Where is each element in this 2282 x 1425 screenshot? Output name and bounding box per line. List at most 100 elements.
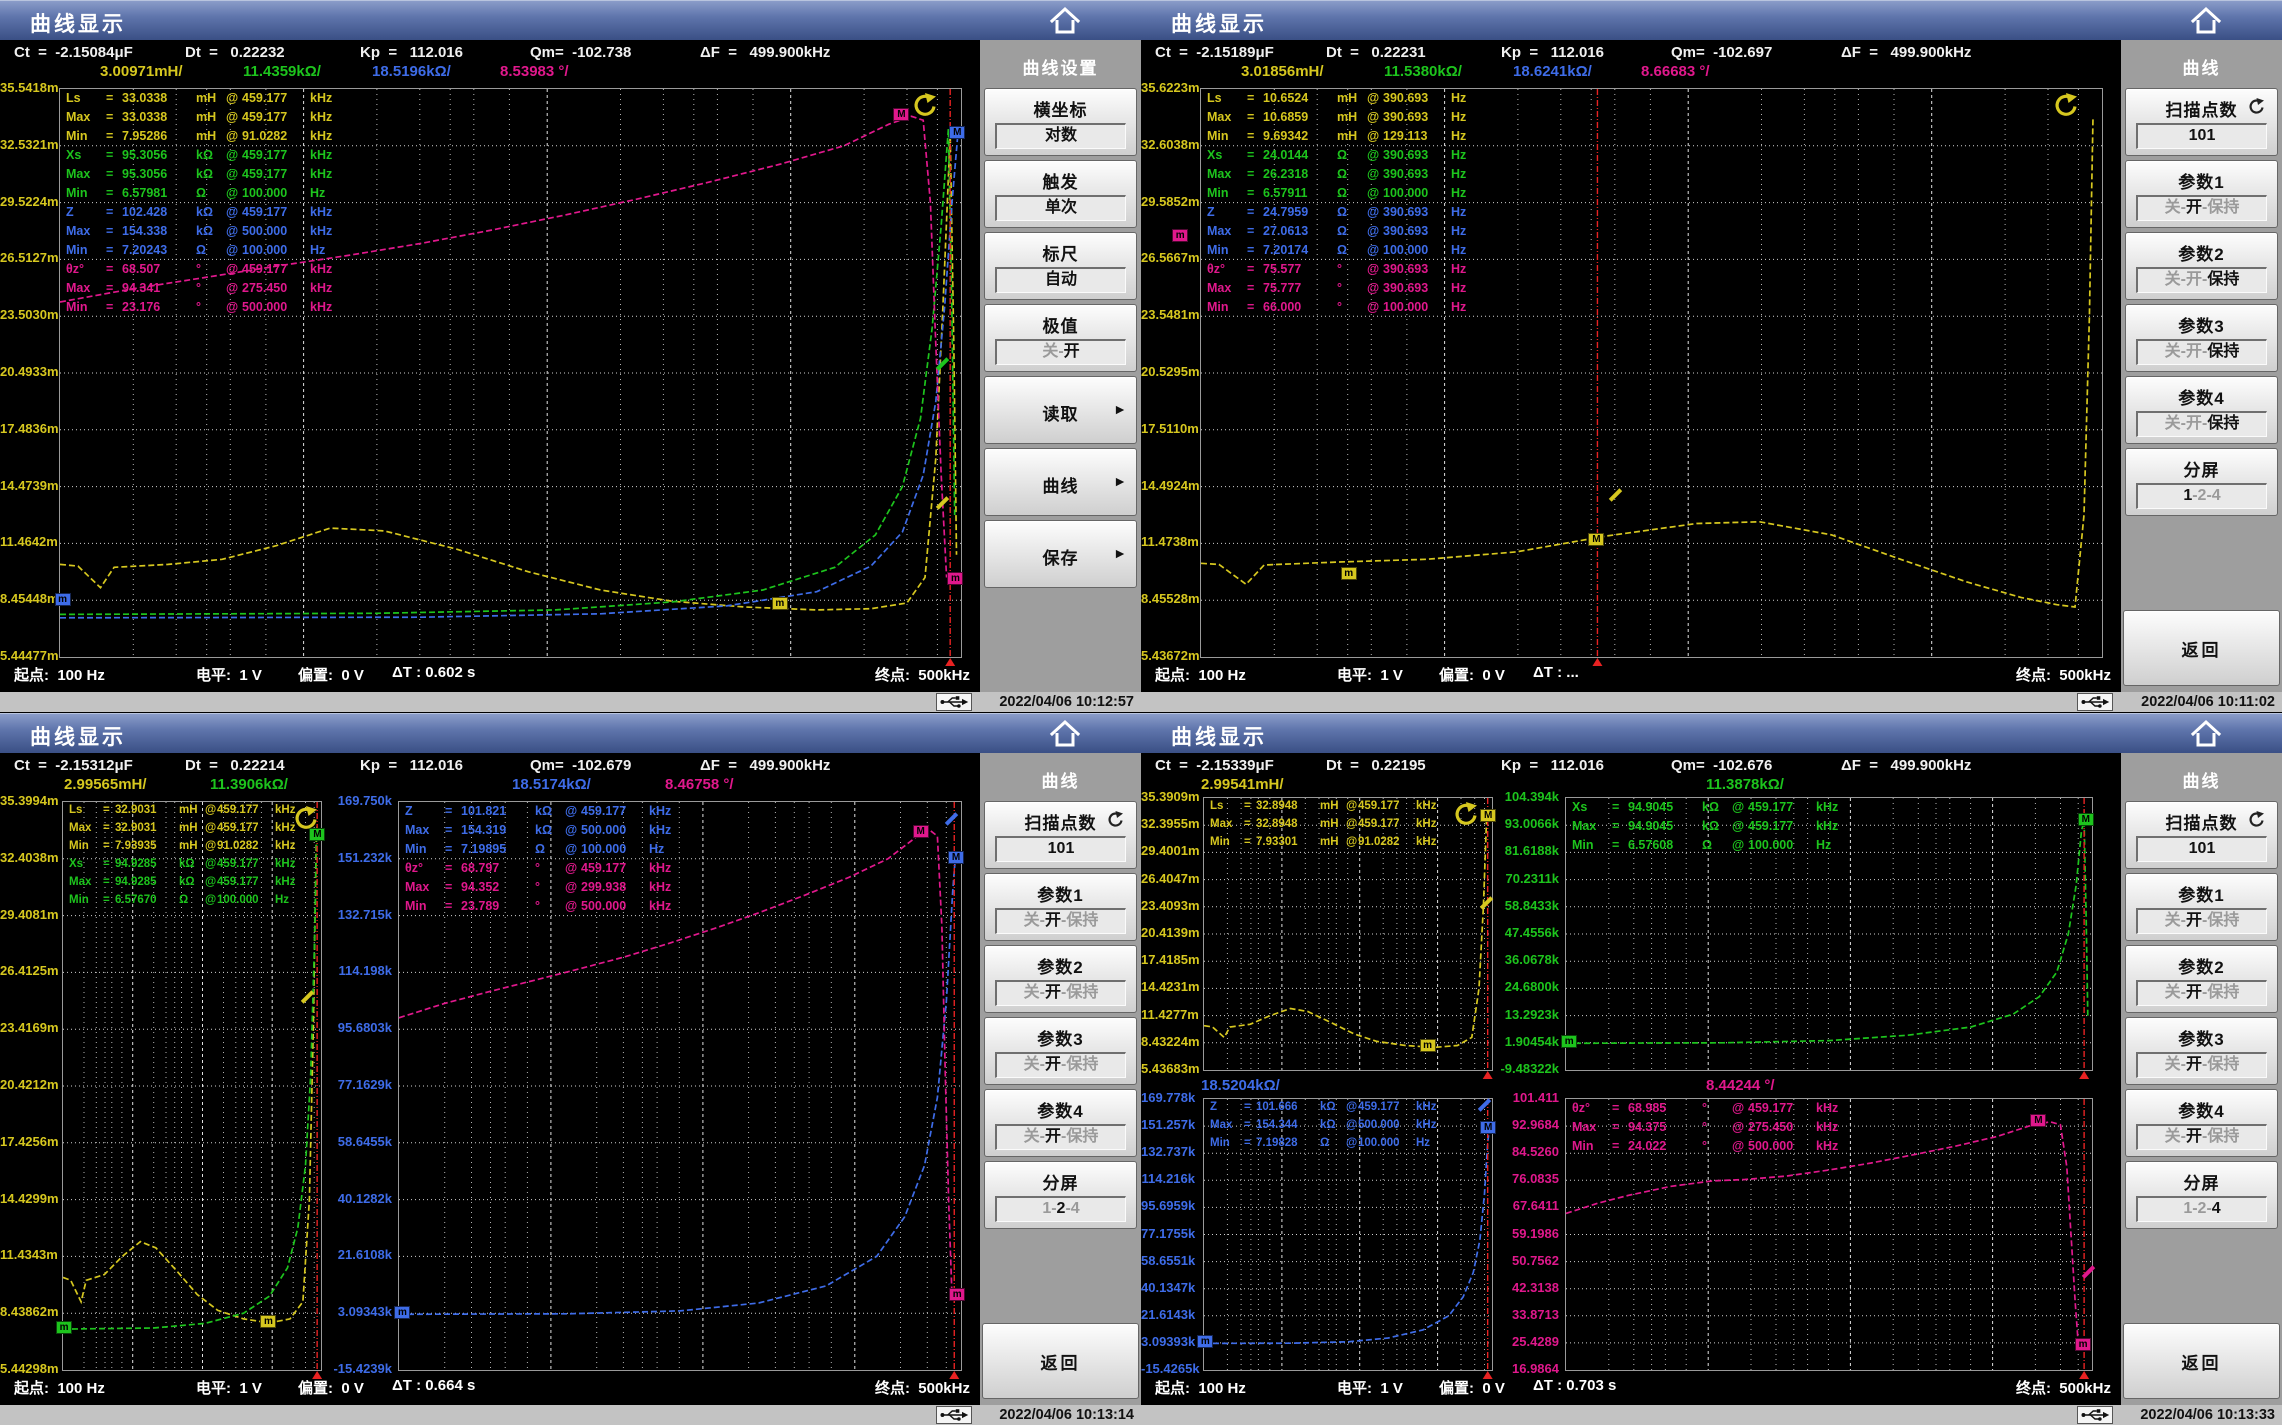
- legend-cell: kHz: [310, 148, 342, 162]
- legend-row: Min=7.93935mH@91.0282kHz: [69, 840, 301, 858]
- legend-cell: Min: [69, 840, 103, 852]
- trace-marker-M[interactable]: M: [1480, 809, 1496, 822]
- home-icon[interactable]: [1048, 5, 1082, 37]
- param1-button[interactable]: 参数1关-开-保持: [984, 873, 1137, 941]
- read-button[interactable]: 读取►: [984, 376, 1137, 444]
- sweep-footer-item: 终点: 500kHz: [875, 1377, 970, 1398]
- home-icon[interactable]: [1048, 718, 1082, 750]
- y-axis-label: 29.5224m: [0, 195, 54, 209]
- legend-cell: °: [535, 899, 565, 913]
- y-axis-label: 84.5260: [1497, 1145, 1559, 1159]
- y-axis-label: 169.778k: [1141, 1091, 1195, 1105]
- home-icon[interactable]: [2189, 718, 2223, 750]
- param2-button[interactable]: 参数2关-开-保持: [984, 945, 1137, 1013]
- trace-marker-m[interactable]: m: [1197, 1335, 1213, 1348]
- legend-cell: =: [1247, 300, 1263, 314]
- back-button[interactable]: 返回: [2123, 610, 2280, 686]
- param2-button[interactable]: 参数2关-开-保持: [2125, 232, 2278, 300]
- scale-per-div-label: 8.66683 °/: [1641, 63, 1710, 80]
- stat-readout: Qm= -102.676: [1671, 757, 1772, 774]
- trace-marker-m[interactable]: m: [56, 1321, 72, 1334]
- y-axis-label: 14.4924m: [1141, 479, 1195, 493]
- legend-cell: Ω: [179, 894, 205, 906]
- legend-cell: kHz: [275, 840, 301, 852]
- y-axis-label: 32.6038m: [1141, 138, 1195, 152]
- legend-cell: kΩ: [1320, 1101, 1346, 1113]
- trace-marker-m[interactable]: m: [2075, 1338, 2091, 1351]
- value-segment: 101: [2189, 127, 2216, 144]
- param4-button[interactable]: 参数4关-开-保持: [984, 1089, 1137, 1157]
- legend-cell: =: [1247, 148, 1263, 162]
- trace-marker-m[interactable]: m: [1172, 229, 1188, 242]
- trace-marker-m[interactable]: m: [1420, 1039, 1436, 1052]
- x-axis-button[interactable]: 横坐标对数: [984, 88, 1137, 156]
- sweep-footer-item: 偏置: 0 V: [298, 1377, 364, 1398]
- extremes-button[interactable]: 极值关-开: [984, 304, 1137, 372]
- legend-cell: Ω: [1337, 186, 1367, 200]
- legend-cell: Xs: [66, 148, 106, 162]
- value-segment: -保持: [2202, 912, 2239, 929]
- sweep-footer-item: ΔT : ...: [1533, 664, 1579, 681]
- legend-cell: 100.000: [217, 894, 275, 906]
- circular-arrow-icon: [2052, 93, 2078, 119]
- param3-button[interactable]: 参数3关-开-保持: [2125, 1017, 2278, 1085]
- trace-marker-M[interactable]: M: [2078, 813, 2094, 826]
- legend-cell: @: [226, 300, 242, 314]
- trace-marker-m[interactable]: m: [260, 1315, 276, 1328]
- legend-cell: Ω: [196, 186, 226, 200]
- sweep-points-button[interactable]: 扫描点数101: [2125, 88, 2278, 156]
- param3-button[interactable]: 参数3关-开-保持: [2125, 304, 2278, 372]
- legend-row: Xs=94.9045kΩ@459.177kHz: [1572, 800, 1848, 819]
- trace-marker-m[interactable]: m: [772, 597, 788, 610]
- legend-cell: 94.9045: [1628, 819, 1702, 833]
- y-axis-label: 5.43672m: [1141, 649, 1195, 663]
- legend-cell: @: [1732, 800, 1748, 814]
- trace-marker-M[interactable]: M: [1588, 533, 1604, 546]
- y-axis-label: 42.3138: [1497, 1281, 1559, 1295]
- value-segment: 关-: [2165, 1128, 2186, 1145]
- save-button[interactable]: 保存►: [984, 520, 1137, 588]
- trace-marker-M[interactable]: M: [1480, 1121, 1496, 1134]
- menu-title: 曲线: [2121, 767, 2282, 792]
- curve-button[interactable]: 曲线►: [984, 448, 1137, 516]
- home-icon[interactable]: [2189, 5, 2223, 37]
- trace-marker-m[interactable]: m: [947, 572, 963, 585]
- param4-button[interactable]: 参数4关-开-保持: [2125, 1089, 2278, 1157]
- trace-marker-M[interactable]: M: [2030, 1114, 2046, 1127]
- legend-cell: @: [1367, 129, 1383, 143]
- trace-marker-m[interactable]: m: [394, 1306, 410, 1319]
- back-button[interactable]: 返回: [982, 1323, 1139, 1399]
- trace-marker-m[interactable]: m: [55, 593, 71, 606]
- y-axis-label: 26.5667m: [1141, 251, 1195, 265]
- param2-button[interactable]: 参数2关-开-保持: [2125, 945, 2278, 1013]
- value-segment: 关-开-: [2165, 271, 2208, 288]
- split-screen-button[interactable]: 分屏1-2-4: [2125, 448, 2278, 516]
- trace-marker-M[interactable]: M: [893, 108, 909, 121]
- home-icon-svg: [2189, 5, 2223, 37]
- trace-marker-m[interactable]: m: [949, 1288, 965, 1301]
- ruler-button[interactable]: 标尺自动: [984, 232, 1137, 300]
- legend-cell: Min: [405, 842, 445, 856]
- trace-marker-m[interactable]: m: [1341, 567, 1357, 580]
- legend-cell: Min: [66, 243, 106, 257]
- sweep-points-button[interactable]: 扫描点数101: [984, 801, 1137, 869]
- legend-cell: =: [103, 858, 115, 870]
- trace-marker-m[interactable]: m: [1561, 1035, 1577, 1048]
- back-button[interactable]: 返回: [2123, 1323, 2280, 1399]
- param3-button[interactable]: 参数3关-开-保持: [984, 1017, 1137, 1085]
- param1-button[interactable]: 参数1关-开-保持: [2125, 873, 2278, 941]
- trace-marker-M[interactable]: M: [949, 126, 965, 139]
- split-screen-button[interactable]: 分屏1-2-4: [984, 1161, 1137, 1229]
- trace-marker-M[interactable]: M: [913, 825, 929, 838]
- legend-cell: 500.000: [581, 823, 649, 837]
- param4-button[interactable]: 参数4关-开-保持: [2125, 376, 2278, 444]
- trigger-button[interactable]: 触发单次: [984, 160, 1137, 228]
- scale-per-div-label: 8.44244 °/: [1706, 1077, 1775, 1094]
- sweep-points-button[interactable]: 扫描点数101: [2125, 801, 2278, 869]
- legend-cell: 390.693: [1383, 224, 1451, 238]
- trace-marker-M[interactable]: M: [948, 851, 964, 864]
- split-screen-button[interactable]: 分屏1-2-4: [2125, 1161, 2278, 1229]
- y-axis-label: -15.4265k: [1141, 1362, 1195, 1376]
- param1-button[interactable]: 参数1关-开-保持: [2125, 160, 2278, 228]
- y-axis-label: 14.4299m: [0, 1192, 54, 1206]
